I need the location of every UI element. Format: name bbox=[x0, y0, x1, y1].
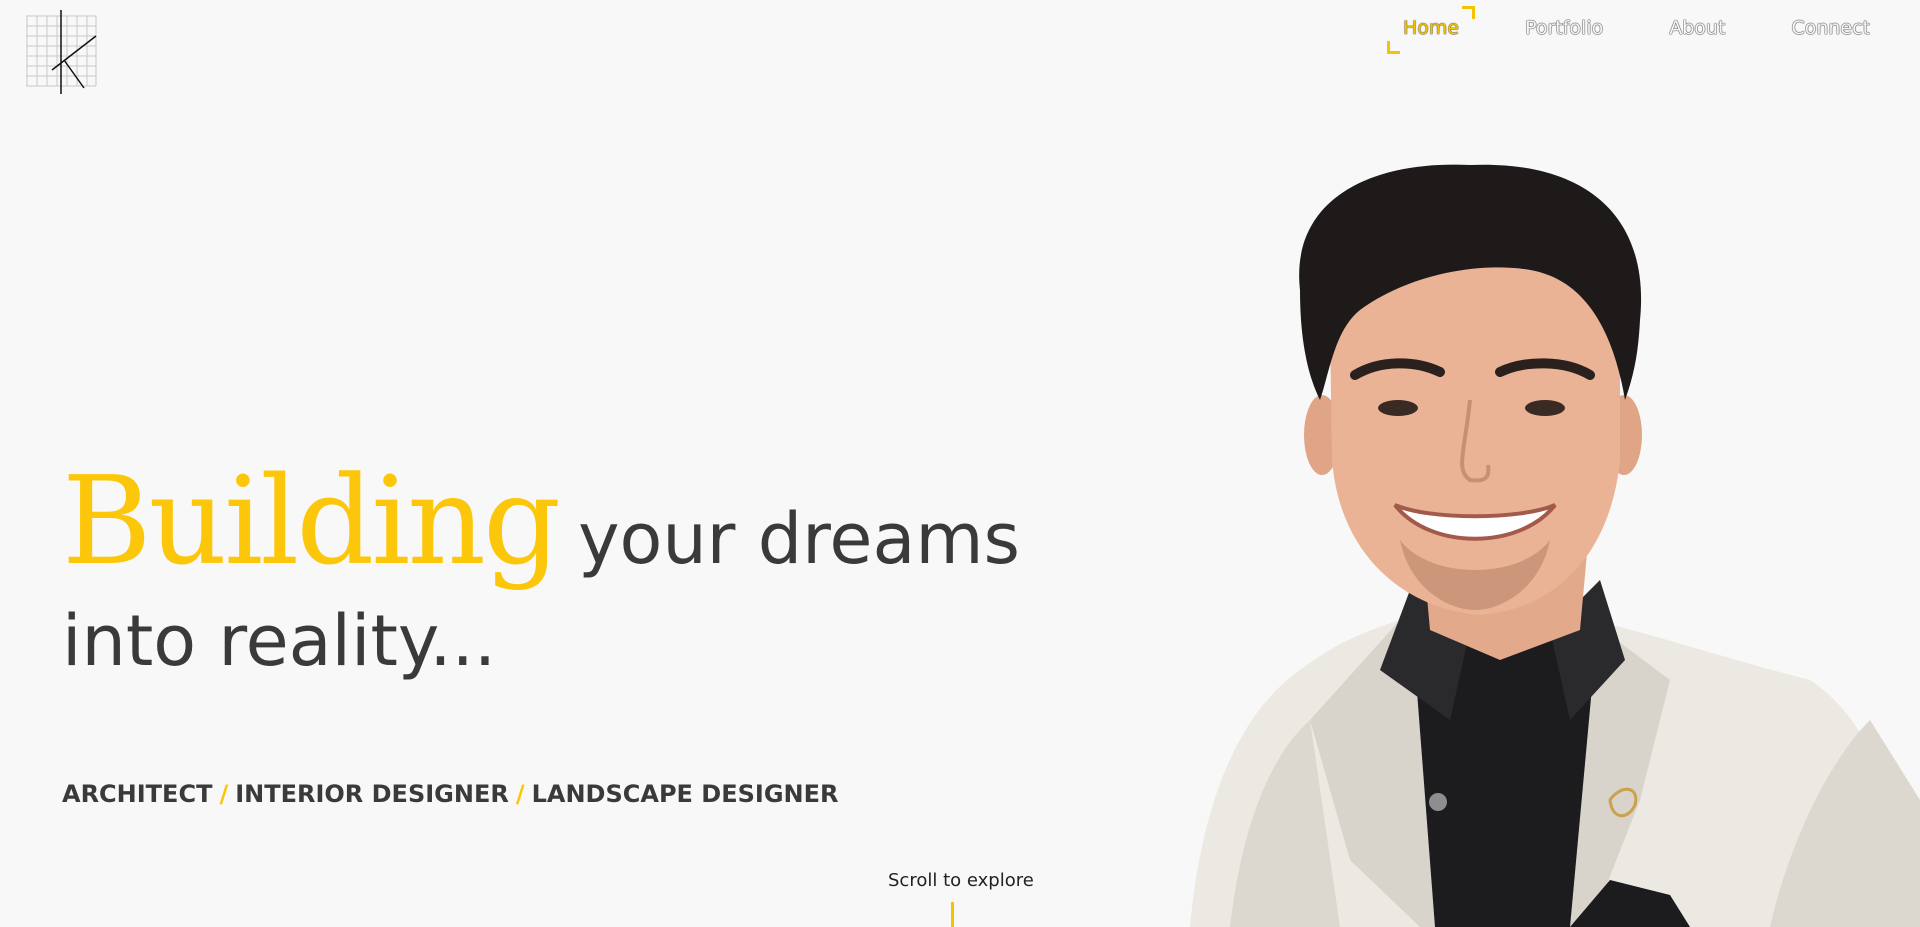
active-bracket-top-right bbox=[1462, 6, 1476, 19]
nav-item-portfolio[interactable]: Portfolio bbox=[1523, 12, 1605, 44]
scroll-indicator-line bbox=[951, 902, 954, 927]
nav-item-about-label: About bbox=[1669, 17, 1726, 39]
nav-item-about[interactable]: About bbox=[1667, 12, 1727, 44]
nav-item-home[interactable]: Home bbox=[1386, 6, 1476, 54]
role-separator: / bbox=[219, 780, 229, 808]
active-bracket-bottom-left bbox=[1386, 41, 1400, 54]
hero-accent-word: Building bbox=[62, 450, 561, 592]
role-architect: ARCHITECT bbox=[62, 780, 213, 808]
role-separator: / bbox=[515, 780, 525, 808]
hero-headline-line2: into reality... bbox=[62, 600, 497, 682]
hero-headline-line1: Building your dreams bbox=[62, 450, 1020, 592]
portrait-photo bbox=[1190, 164, 1920, 927]
nav-item-connect[interactable]: Connect bbox=[1789, 12, 1872, 44]
roles-tagline: ARCHITECT / INTERIOR DESIGNER / LANDSCAPE DE… bbox=[62, 780, 838, 808]
role-landscape-designer: LANDSCAPE DESIGNER bbox=[531, 780, 839, 808]
nav-item-portfolio-label: Portfolio bbox=[1525, 17, 1604, 39]
page: Home Portfolio About Connect Building you… bbox=[0, 0, 1920, 927]
nav-item-home-label: Home bbox=[1402, 17, 1460, 39]
logo-icon[interactable] bbox=[26, 10, 98, 94]
main-nav: Home Portfolio About Connect bbox=[1339, 6, 1872, 54]
nav-item-connect-label: Connect bbox=[1791, 17, 1870, 39]
scroll-hint[interactable]: Scroll to explore bbox=[888, 870, 1034, 891]
role-interior-designer: INTERIOR DESIGNER bbox=[235, 780, 509, 808]
hero-line1-rest: your dreams bbox=[578, 498, 1021, 580]
